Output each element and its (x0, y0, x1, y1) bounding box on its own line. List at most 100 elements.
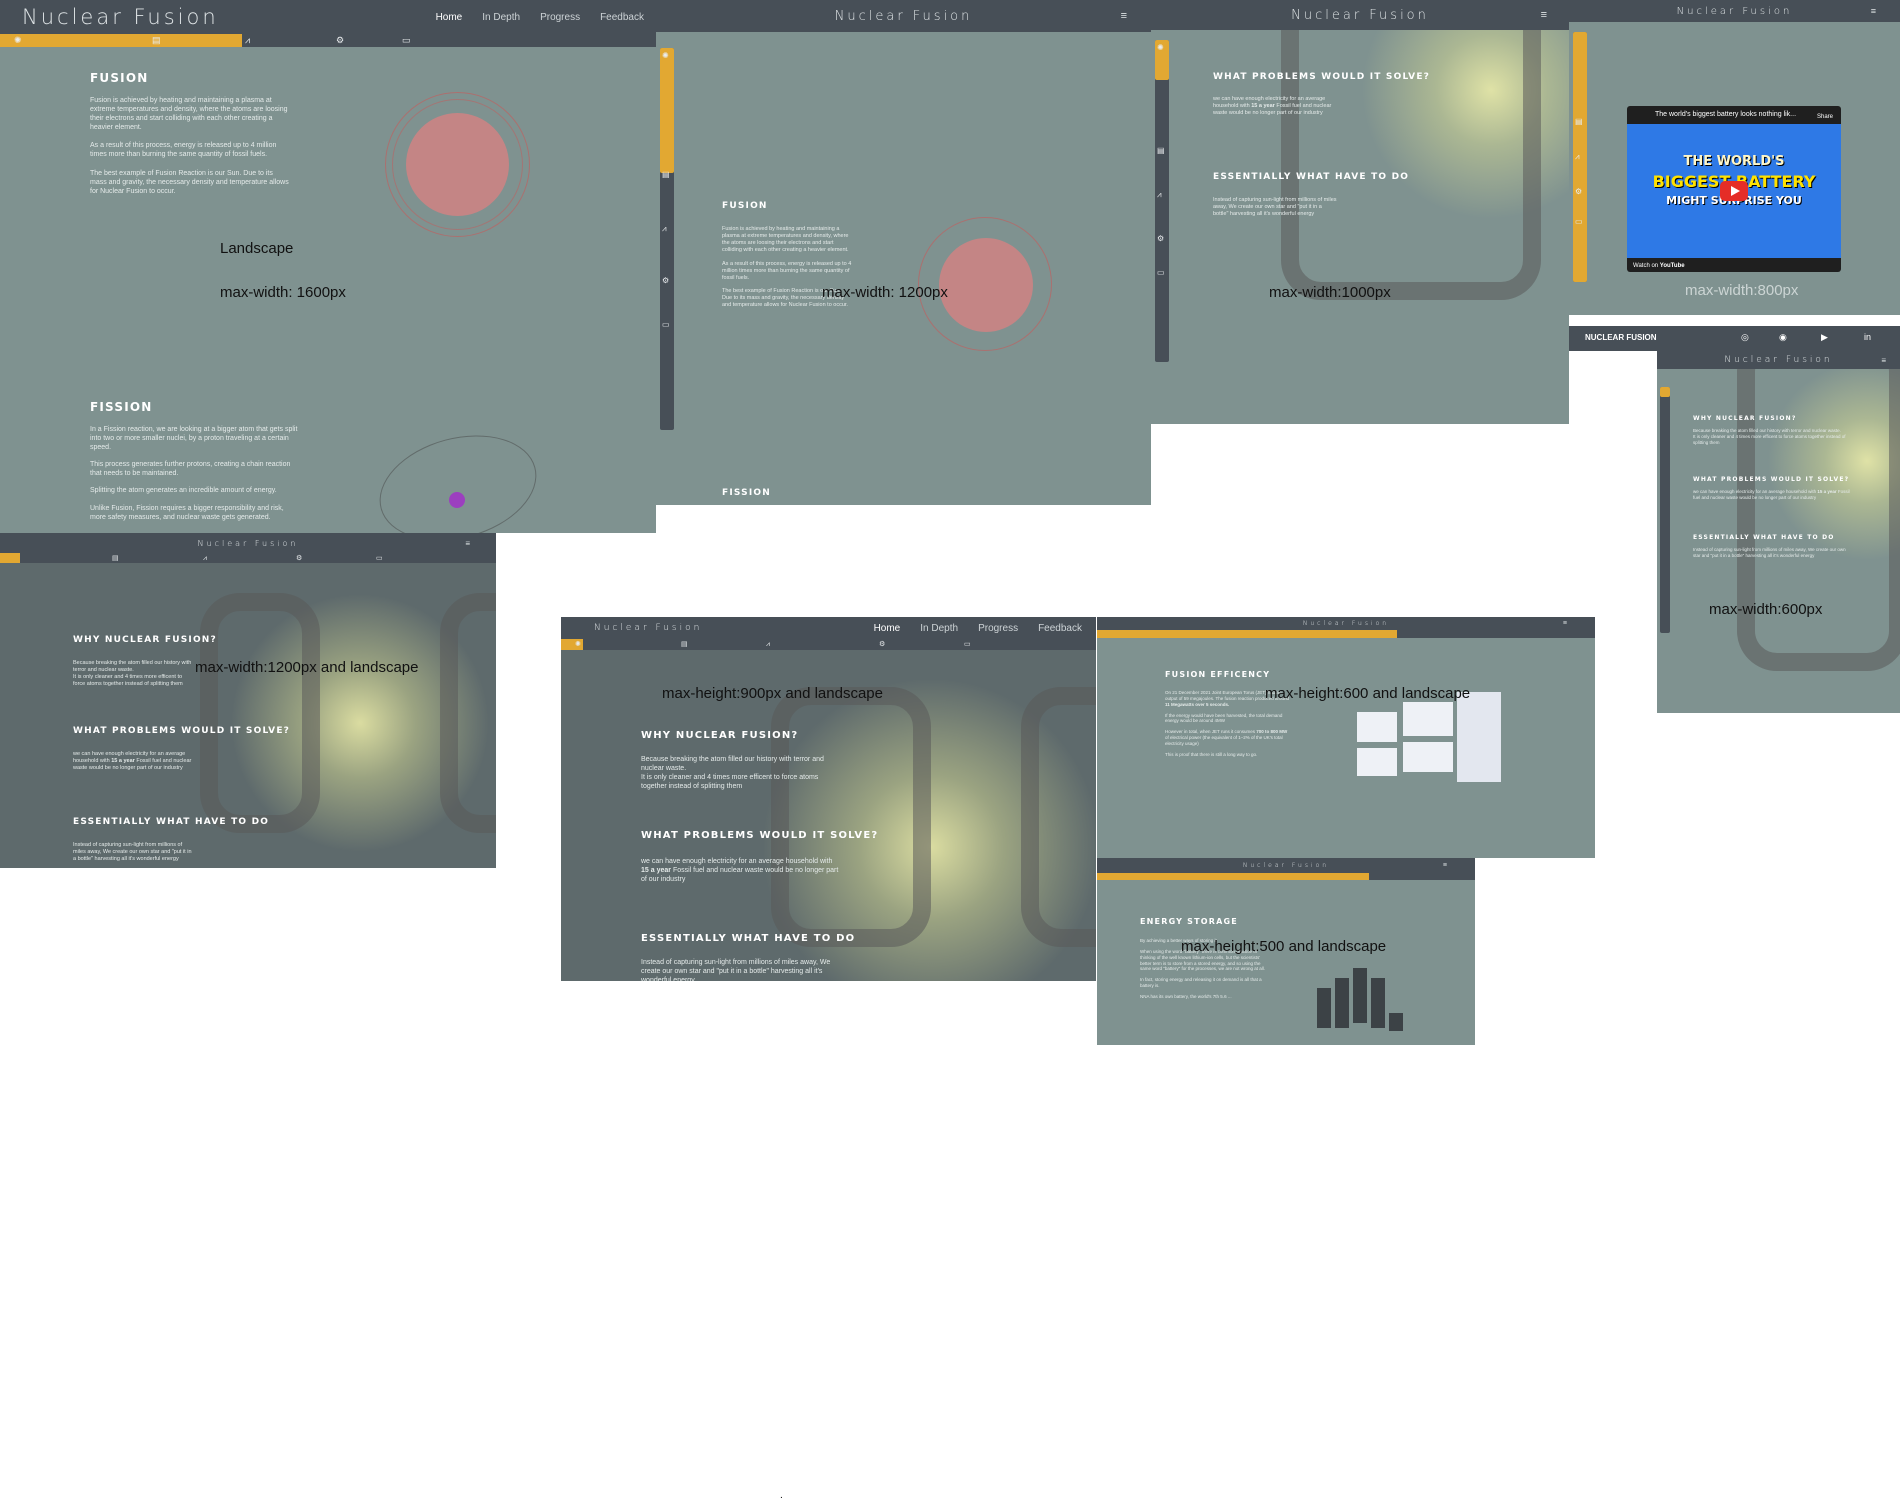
nav-feedback[interactable]: Feedback (600, 12, 644, 23)
youtube-watch-on[interactable]: Watch on YouTube (1633, 263, 1685, 269)
book-icon[interactable]: ▤ (662, 170, 670, 179)
efficiency-p3-tail: of electrical power (the equivalent of 1… (1165, 735, 1283, 746)
sun-core (939, 238, 1033, 332)
essential-title: ESSENTIALLY WHAT HAVE TO DO (73, 817, 270, 827)
why-p1: Because breaking the atom filled our his… (641, 756, 824, 773)
hamburger-menu-icon[interactable]: ≡ (465, 539, 470, 548)
social-youtube-icon[interactable]: ▶ (1821, 332, 1828, 343)
battery-icon[interactable]: ▭ (376, 553, 383, 564)
atom-icon[interactable]: ✺ (1157, 43, 1164, 52)
battery-icon[interactable]: ▭ (964, 639, 971, 650)
chart-icon[interactable]: ⩘ (1575, 152, 1580, 162)
atom-icon[interactable]: ✺ (14, 35, 22, 46)
nav-home[interactable]: Home (436, 12, 463, 23)
battery-icon[interactable]: ▭ (662, 320, 670, 329)
gears-icon[interactable]: ⚙ (336, 35, 344, 46)
chart-icon[interactable]: ⩘ (766, 639, 770, 650)
brand-title[interactable]: Nuclear Fusion (594, 623, 702, 633)
label-mh900: max-height:900px and landscape (662, 685, 883, 702)
top-navbar: Nuclear Fusion ≡ (1569, 0, 1900, 22)
battery-icon[interactable]: ▭ (1575, 217, 1583, 226)
brand-title[interactable]: Nuclear Fusion (1243, 862, 1329, 869)
hamburger-menu-icon[interactable]: ≡ (1563, 620, 1567, 627)
hamburger-menu-icon[interactable]: ≡ (1871, 6, 1876, 16)
label-mw1200: max-width: 1200px (822, 284, 948, 301)
gears-icon[interactable]: ⚙ (879, 639, 885, 650)
chart-icon[interactable]: ⩘ (662, 224, 667, 234)
label-landscape: Landscape (220, 240, 294, 257)
nav-progress[interactable]: Progress (540, 12, 580, 23)
label-mw1000: max-width:1000px (1269, 284, 1391, 301)
battery-icon[interactable]: ▭ (402, 35, 411, 46)
social-instagram-alt-icon[interactable]: ◉ (1779, 332, 1787, 343)
gears-icon[interactable]: ⚙ (296, 553, 302, 564)
fission-title: FISSION (90, 400, 153, 414)
fission-title: FISSION (722, 488, 771, 498)
brand-title[interactable]: Nuclear Fusion (198, 539, 299, 548)
section-progress-bar: ▤ ⩘ ⚙ ▭ (0, 553, 496, 563)
battery-servers-illustration (1317, 968, 1407, 1038)
screenshot-mw800: Nuclear Fusion ≡ ▤ ⩘ ⚙ ▭ The world's big… (1569, 0, 1900, 315)
youtube-play-icon[interactable] (1720, 181, 1748, 201)
chart-icon[interactable]: ⩘ (245, 35, 250, 46)
essential-title: ESSENTIALLY WHAT HAVE TO DO (1693, 534, 1835, 541)
youtube-embed[interactable]: The world's biggest battery looks nothin… (1627, 106, 1841, 272)
dashboard-card-3 (1357, 748, 1397, 776)
essential-p1: Instead of capturing sun-light from mill… (641, 959, 831, 981)
essential-p1: Instead of capturing sun-light from mill… (73, 842, 192, 863)
tokamak-ring (1737, 351, 1900, 671)
hamburger-menu-icon[interactable]: ≡ (1121, 10, 1127, 22)
battery-icon[interactable]: ▭ (1157, 268, 1165, 277)
fusion-p2: As a result of this process, energy is r… (722, 260, 852, 281)
atom-icon[interactable]: ✺ (575, 639, 581, 650)
gears-icon[interactable]: ⚙ (1157, 234, 1164, 243)
social-instagram-icon[interactable]: ◎ (1741, 332, 1749, 343)
brand-title[interactable]: Nuclear Fusion (835, 9, 973, 24)
hamburger-menu-icon[interactable]: ≡ (1443, 862, 1447, 869)
problems-highlight: 15 a year (641, 867, 671, 875)
nav-home[interactable]: Home (874, 623, 901, 634)
book-icon[interactable]: ▤ (1157, 146, 1165, 155)
storage-title: ENERGY STORAGE (1140, 917, 1238, 926)
problems-p1: we can have enough electricity for an av… (641, 858, 833, 865)
section-progress-vertical: ✺ ▤ ⩘ ⚙ ▭ (660, 48, 674, 430)
atom-icon[interactable]: ✺ (662, 51, 669, 60)
gears-icon[interactable]: ⚙ (1575, 187, 1582, 196)
book-icon[interactable]: ▤ (112, 553, 119, 564)
top-navbar: Nuclear Fusion ≡ (1657, 351, 1900, 369)
nav-feedback[interactable]: Feedback (1038, 623, 1082, 634)
book-icon[interactable]: ▤ (1575, 117, 1583, 126)
mobile-brand[interactable]: NUCLEAR FUSION (1585, 333, 1657, 342)
brand-title[interactable]: Nuclear Fusion (1677, 6, 1793, 17)
hamburger-menu-icon[interactable]: ≡ (1541, 9, 1547, 21)
efficiency-p4: This is proof that there is still a long… (1165, 751, 1258, 757)
hamburger-menu-icon[interactable]: ≡ (1881, 356, 1886, 365)
brand-title[interactable]: Nuclear Fusion (22, 5, 219, 29)
why-p2: It is only cleaner and 4 times more effi… (73, 674, 183, 688)
gears-icon[interactable]: ⚙ (662, 276, 669, 285)
chart-icon[interactable]: ⩘ (203, 553, 207, 564)
server-1 (1317, 988, 1331, 1028)
top-navbar: Nuclear Fusion Home In Depth Progress Fe… (0, 0, 656, 34)
social-linkedin-icon[interactable]: in (1864, 332, 1871, 342)
youtube-video-title[interactable]: The world's biggest battery looks nothin… (1655, 111, 1796, 118)
fission-atom-illustration (367, 418, 549, 533)
brand-title[interactable]: Nuclear Fusion (1303, 620, 1389, 627)
youtube-thumbnail[interactable]: THE WORLD'S BIGGEST BATTERY MIGHT SURPRI… (1627, 124, 1841, 258)
book-icon[interactable]: ▤ (681, 639, 688, 650)
brand-title[interactable]: Nuclear Fusion (1291, 8, 1429, 23)
chart-icon[interactable]: ⩘ (1157, 190, 1162, 200)
youtube-share-button[interactable]: Share (1817, 114, 1833, 120)
brand-title[interactable]: Nuclear Fusion (1724, 355, 1832, 365)
screenshot-mh600-landscape: Nuclear Fusion ≡ FUSION EFFICENCY On 21 … (1097, 617, 1595, 858)
why-p2: It is only cleaner and 4 times more effi… (1693, 433, 1846, 445)
fusion-p2: As a result of this process, energy is r… (90, 142, 277, 159)
problems-title: WHAT PROBLEMS WOULD IT SOLVE? (1213, 72, 1431, 82)
book-icon[interactable]: ▤ (152, 35, 161, 46)
nav-in-depth[interactable]: In Depth (920, 623, 958, 634)
screenshot-mw1200: Nuclear Fusion ≡ ✺ ▤ ⩘ ⚙ ▭ FUSION Fusion… (656, 0, 1151, 505)
nav-progress[interactable]: Progress (978, 623, 1018, 634)
nav-in-depth[interactable]: In Depth (482, 12, 520, 23)
label-mw1200-landscape: max-width:1200px and landscape (195, 659, 419, 676)
problems-text: we can have enough electricity for an av… (73, 751, 193, 772)
